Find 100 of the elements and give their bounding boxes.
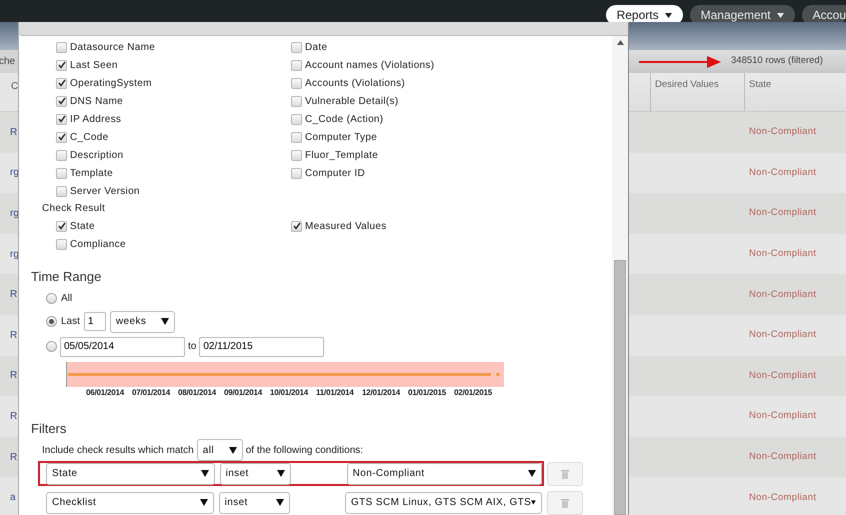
dropdown-arrow-icon [200,499,208,506]
field-select[interactable]: State [46,462,215,484]
operator-select[interactable]: inset [218,492,290,514]
dropdown-arrow-icon [277,470,286,477]
timeline-tick-label: 08/01/2014 [178,386,218,398]
checkbox-label: Account names (Violations) [305,58,434,72]
column-header: Desired Values [651,73,745,111]
checkbox-label: Vulnerable Detail(s) [305,94,398,108]
table-cell-text: R [10,369,18,384]
filter-intro-text: of the following conditions: [246,444,364,458]
checkbox[interactable] [291,60,302,70]
filter-intro-text: Include check results which match [42,444,194,458]
dropdown-arrow-icon [200,470,209,477]
checkbox-label: Template [70,166,113,180]
checkbox-label: Accounts (Violations) [305,76,406,90]
checkbox-label: C_Code (Action) [305,112,384,126]
checkmark-icon [58,133,66,141]
checkbox-label: IP Address [70,112,122,126]
value-select[interactable]: GTS SCM Linux, GTS SCM AIX, GTS [345,492,542,514]
checkbox[interactable] [56,42,67,52]
checkbox-label: Description [70,148,124,162]
state-cell-text: Non-Compliant [749,409,816,424]
radio-label: All [61,292,72,306]
table-cell-text: R [10,126,18,140]
table-cell-text: a [10,491,16,506]
checkbox-label: State [70,220,95,234]
checkbox-label: DNS Name [70,94,123,108]
checkbox[interactable] [56,132,67,142]
caret-icon [776,12,784,18]
timeline-tick-label: 09/01/2014 [224,386,264,398]
section-title: Filters [30,420,68,438]
checkbox[interactable] [291,150,302,160]
arrow-icon [639,56,721,68]
dropdown-arrow-icon [276,499,284,506]
table-header-bar [0,22,18,50]
delete-button[interactable] [547,490,583,514]
checkbox[interactable] [56,114,67,124]
checkmark-icon [58,61,66,69]
checkbox[interactable] [56,238,67,250]
checkbox[interactable] [291,78,302,88]
dropdown-arrow-icon [528,470,536,477]
checkbox[interactable] [56,96,67,106]
match-select[interactable]: all [196,439,243,461]
radio-button[interactable] [46,341,57,352]
state-cell-text: Non-Compliant [749,450,816,464]
checkmark-icon [58,115,66,123]
table-cell-text: rg [10,166,18,180]
section-title: Time Range [30,268,102,286]
range-separator: to [188,340,196,354]
timeline-tick-label: 06/01/2014 [86,386,126,398]
scrollbar-thumb[interactable] [614,260,626,515]
scroll-up-icon [616,40,624,45]
column-header: State [748,78,772,92]
checkbox-label: Date [305,40,328,54]
table-cell-text: R [10,450,18,465]
caret-icon [664,12,672,18]
checkbox-label: Measured Values [305,220,387,234]
checkbox-label: Last Seen [70,58,118,72]
timeline-tick-label: 01/01/2015 [408,386,448,398]
delete-button[interactable] [547,462,583,486]
checkbox[interactable] [291,42,302,52]
table-cell-text: R [10,410,18,424]
checkbox[interactable] [56,186,67,196]
checkbox-label: C_Code [70,130,108,144]
state-cell: Non-Compliant [749,125,816,140]
row-count: 348510 rows (filtered) [731,54,823,68]
radio-label: Last [61,315,80,329]
radio-button[interactable] [46,316,57,327]
timeline-tick-label: 11/01/2014 [316,386,355,398]
state-cell-text: Non-Compliant [749,166,816,180]
value-select[interactable]: Non-Compliant [346,462,542,484]
checkbox[interactable] [56,78,67,88]
table-cell-text: R [10,328,18,343]
checkbox[interactable] [291,168,302,178]
checkmark-icon [58,97,66,105]
operator-select[interactable]: inset [220,462,292,484]
checkbox[interactable] [291,220,302,232]
checkbox[interactable] [56,168,67,178]
checkbox[interactable] [56,220,67,232]
state-cell-text: Non-Compliant [749,246,816,261]
checkmark-icon [58,79,66,87]
unit-select[interactable]: weeks [110,310,175,332]
checkbox[interactable] [291,114,302,124]
end-date-field[interactable]: 02/11/2015 [199,336,324,356]
state-cell: Non-Compliant [749,288,816,302]
column-header: C [11,80,18,94]
checkbox[interactable] [56,60,67,70]
count-field[interactable]: 1 [84,312,106,331]
field-select[interactable]: Checklist [46,492,214,514]
checkbox[interactable] [291,132,302,142]
trash-icon [561,498,569,508]
checkmark-icon [292,222,300,230]
checkbox-label: OperatingSystem [70,76,152,90]
radio-button[interactable] [46,293,57,304]
checkmark-icon [58,222,66,230]
checkbox-label: Fluor_Template [305,148,378,162]
start-date-field[interactable]: 05/05/2014 [60,336,185,356]
checkbox[interactable] [56,150,67,160]
checkbox[interactable] [291,96,302,106]
checkbox-label: Computer ID [305,166,365,180]
